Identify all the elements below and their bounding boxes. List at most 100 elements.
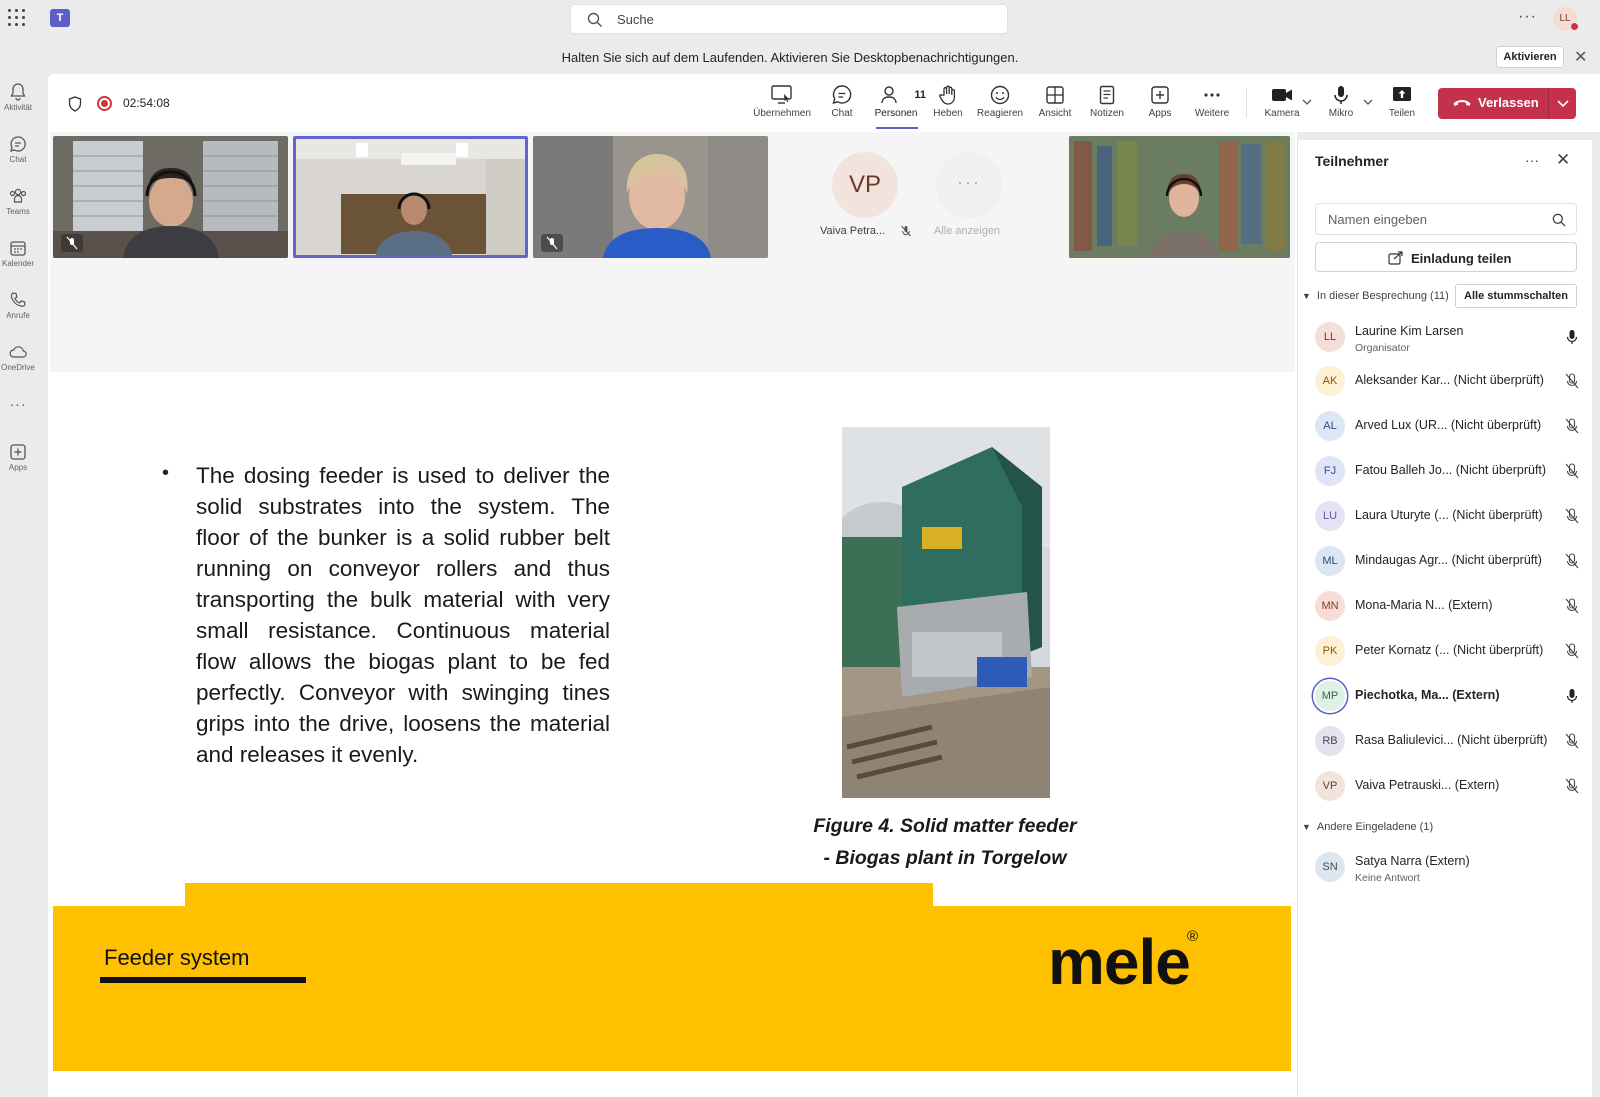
participant-row[interactable]: ML Mindaugas Agr... (Nicht überprüft) (1315, 540, 1585, 584)
mic-off-icon[interactable] (1565, 778, 1579, 794)
people-icon (880, 86, 897, 104)
video-tile[interactable] (1069, 136, 1290, 258)
avatar: MP (1315, 681, 1345, 711)
more-button[interactable]: Weitere (1182, 84, 1242, 119)
notes-button[interactable]: Notizen (1077, 84, 1137, 119)
shield-icon[interactable] (68, 96, 82, 112)
mic-off-icon[interactable] (1565, 418, 1579, 434)
mic-off-icon[interactable] (1565, 598, 1579, 614)
share-tray-button[interactable]: Teilen (1372, 84, 1432, 119)
rail-item-onedrive[interactable]: OneDrive (0, 342, 36, 372)
section-label: In dieser Besprechung (11) (1316, 290, 1449, 302)
rail-label: Teams (6, 207, 30, 216)
tool-label: Teilen (1388, 108, 1416, 119)
tool-label: Ansicht (1038, 108, 1072, 119)
section-toggle-invited[interactable]: ▼ Andere Eingeladene (1) (1302, 821, 1433, 833)
tool-label: Heben (933, 108, 963, 119)
close-icon[interactable]: ✕ (1556, 150, 1570, 170)
rail-item-activity[interactable]: Aktivität (0, 82, 36, 112)
react-button[interactable]: Reagieren (970, 84, 1030, 119)
bullet-point: • (162, 462, 170, 484)
rail-item-apps[interactable]: Apps (0, 442, 36, 472)
rail-item-teams[interactable]: Teams (0, 186, 36, 216)
apps-button[interactable]: Apps (1130, 84, 1190, 119)
avatar: VP (1315, 771, 1345, 801)
phone-icon (10, 292, 26, 307)
chevron-down-icon[interactable] (1556, 95, 1570, 111)
participant-row[interactable]: MN Mona-Maria N... (Extern) (1315, 585, 1585, 629)
invited-row[interactable]: SN Satya Narra (Extern) Keine Antwort (1315, 846, 1585, 890)
avatar: MN (1315, 591, 1345, 621)
panel-title: Teilnehmer (1315, 153, 1389, 169)
video-tile-active-speaker[interactable] (293, 136, 528, 258)
panel-more-icon[interactable]: ··· (1525, 152, 1539, 168)
participant-search-input[interactable]: Namen eingeben (1315, 203, 1577, 235)
feeder-photo (842, 427, 1050, 798)
rail-item-chat[interactable]: Chat (0, 134, 36, 164)
participant-row[interactable]: FJ Fatou Balleh Jo... (Nicht überprüft) (1315, 450, 1585, 494)
meeting-timer: 02:54:08 (123, 96, 170, 110)
participant-row-speaking[interactable]: MP Piechotka, Ma... (Extern) (1315, 675, 1585, 719)
mic-icon[interactable] (1565, 688, 1579, 704)
cloud-icon (9, 346, 27, 358)
tool-label: Apps (1148, 108, 1172, 119)
rail-item-more[interactable]: ··· (0, 396, 36, 412)
mic-off-icon[interactable] (1565, 508, 1579, 524)
avatar[interactable]: VP (832, 152, 898, 218)
mute-all-button[interactable]: Alle stummschalten (1455, 284, 1577, 308)
share-screen-button[interactable]: Übernehmen (752, 84, 812, 119)
participant-row[interactable]: VP Vaiva Petrauski... (Extern) (1315, 765, 1585, 809)
mic-off-icon[interactable] (1565, 553, 1579, 569)
participant-row[interactable]: LU Laura Uturyte (... (Nicht überprüft) (1315, 495, 1585, 539)
search-placeholder: Suche (617, 12, 654, 27)
mic-off-icon[interactable] (1565, 463, 1579, 479)
mic-icon[interactable] (1565, 329, 1579, 345)
avatar: LU (1315, 501, 1345, 531)
notification-text: Halten Sie sich auf dem Laufenden. Aktiv… (561, 50, 1019, 65)
mele-logo: mele (1048, 926, 1191, 998)
mic-button[interactable]: Mikro (1311, 84, 1371, 119)
people-button[interactable]: 11 Personen (866, 84, 926, 119)
settings-more-icon[interactable]: ··· (1518, 8, 1537, 26)
close-icon[interactable]: ✕ (1574, 47, 1587, 67)
participant-row[interactable]: LL Laurine Kim Larsen Organisator (1315, 316, 1585, 360)
avatar: FJ (1315, 456, 1345, 486)
more-icon: ··· (9, 396, 27, 412)
rail-label: Anrufe (6, 311, 30, 320)
calendar-icon (10, 241, 26, 256)
rail-label: Apps (8, 463, 28, 472)
search-icon (587, 12, 602, 27)
tool-label: Reagieren (976, 108, 1024, 119)
video-feed (533, 136, 768, 258)
leave-label: Verlassen (1478, 95, 1539, 110)
raise-hand-button[interactable]: Heben (918, 84, 978, 119)
recording-icon (97, 96, 112, 111)
mic-off-icon[interactable] (1565, 643, 1579, 659)
participant-name: Vaiva Petra... (820, 225, 912, 237)
participant-row[interactable]: PK Peter Kornatz (... (Nicht überprüft) (1315, 630, 1585, 674)
rail-item-calendar[interactable]: Kalender (0, 238, 36, 268)
mic-off-icon[interactable] (1565, 373, 1579, 389)
activate-notifications-button[interactable]: Aktivieren (1496, 46, 1564, 68)
video-feed (296, 139, 525, 255)
rail-item-calls[interactable]: Anrufe (0, 290, 36, 320)
participant-row[interactable]: AL Arved Lux (UR... (Nicht überprüft) (1315, 405, 1585, 449)
app-rail: Aktivität Chat Teams Kalender Anrufe One… (0, 74, 48, 1097)
leave-button[interactable]: Verlassen (1438, 88, 1576, 119)
mic-off-icon[interactable] (1565, 733, 1579, 749)
view-button[interactable]: Ansicht (1025, 84, 1085, 119)
chevron-down-icon: ▼ (1302, 822, 1311, 832)
active-tab-indicator (876, 127, 918, 129)
hang-up-icon (1453, 100, 1471, 106)
participant-row[interactable]: RB Rasa Baliulevici... (Nicht überprüft) (1315, 720, 1585, 764)
video-tile[interactable] (533, 136, 768, 258)
add-icon (1151, 86, 1169, 104)
share-invite-button[interactable]: Einladung teilen (1315, 242, 1577, 272)
video-tile[interactable] (53, 136, 288, 258)
app-launcher-icon[interactable] (8, 9, 26, 27)
section-toggle-in-meeting[interactable]: ▼ In dieser Besprechung (11) (1302, 290, 1449, 302)
participant-row[interactable]: AK Aleksander Kar... (Nicht überprüft) (1315, 360, 1585, 404)
search-input[interactable]: Suche (570, 4, 1008, 34)
show-all-button[interactable]: ··· (936, 152, 1002, 218)
chat-button[interactable]: Chat (812, 84, 872, 119)
